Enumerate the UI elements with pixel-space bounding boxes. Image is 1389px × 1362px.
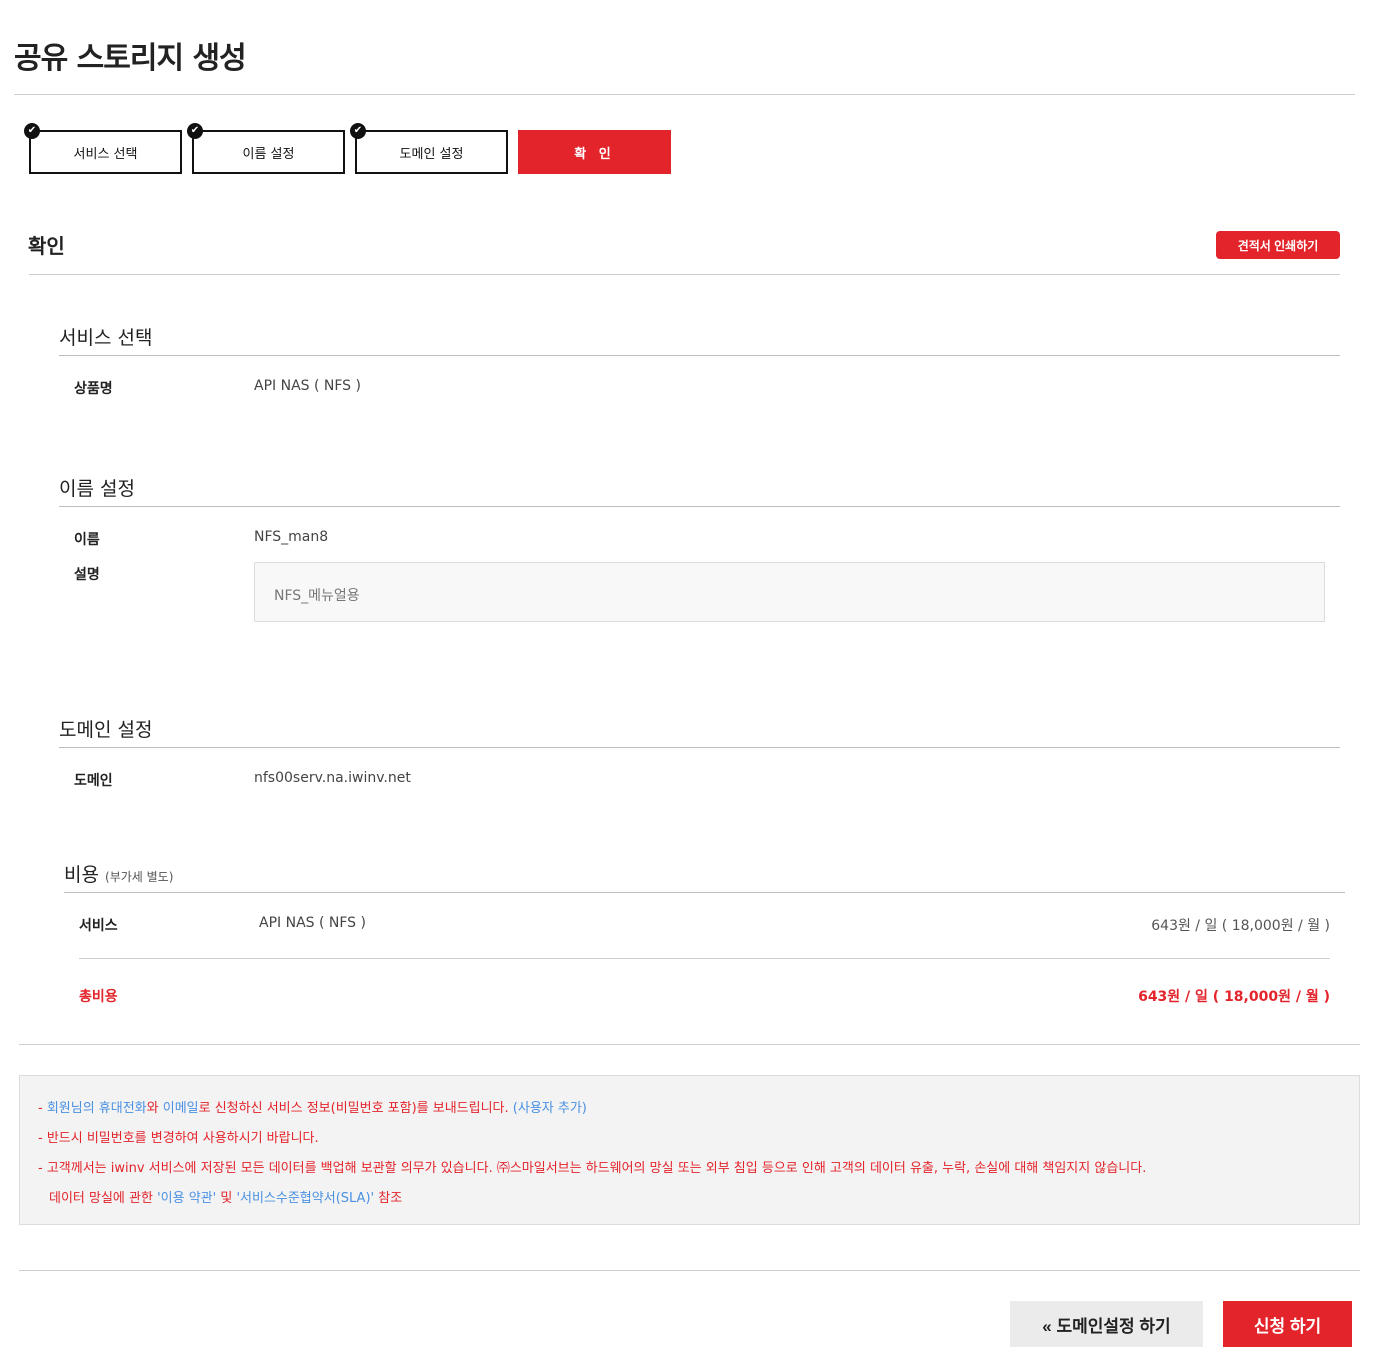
notice-line-3: - 고객께서는 iwinv 서비스에 저장된 모든 데이터를 백업해 보관할 의…	[38, 1161, 1147, 1176]
desc-label: 설명	[74, 567, 100, 583]
notice-text: 데이터 망실에 관한	[49, 1191, 158, 1206]
cost-divider	[64, 892, 1345, 893]
total-cost-price: 643원 / 일 ( 18,000원 / 월 )	[1138, 989, 1330, 1005]
notice-text: 참조	[374, 1191, 403, 1206]
service-section-title: 서비스 선택	[59, 327, 153, 349]
notice-text: 와	[146, 1101, 163, 1116]
notice-line-2: - 반드시 비밀번호를 변경하여 사용하시기 바랍니다.	[38, 1131, 319, 1146]
title-divider	[14, 94, 1355, 95]
name-divider	[59, 506, 1340, 507]
prev-domain-setting-button[interactable]: « 도메인설정 하기	[1010, 1301, 1203, 1347]
cost-service-price: 643원 / 일 ( 18,000원 / 월 )	[1151, 918, 1330, 934]
submit-button[interactable]: 신청 하기	[1223, 1301, 1352, 1347]
name-section-title: 이름 설정	[59, 478, 135, 500]
footer-divider	[19, 1270, 1360, 1271]
page-title: 공유 스토리지 생성	[14, 41, 247, 76]
step-label: 도메인 설정	[399, 146, 464, 162]
name-label: 이름	[74, 532, 100, 548]
cost-service-label: 서비스	[79, 918, 118, 934]
notice-text: 로 신청하신 서비스 정보(비밀번호 포함)를 보내드립니다.	[198, 1101, 513, 1116]
print-estimate-button[interactable]: 견적서 인쇄하기	[1216, 231, 1340, 259]
check-icon: ✔	[350, 123, 366, 139]
product-value: API NAS ( NFS )	[254, 378, 361, 394]
add-user-link[interactable]: (사용자 추가)	[513, 1101, 587, 1116]
notice-text: -	[38, 1101, 47, 1116]
desc-value: NFS_메뉴얼용	[254, 562, 1325, 622]
sla-link[interactable]: '서비스수준협약서(SLA)'	[236, 1191, 374, 1206]
name-value: NFS_man8	[254, 529, 329, 545]
terms-link[interactable]: '이용 약관'	[157, 1191, 216, 1206]
step-domain-setting[interactable]: ✔ 도메인 설정	[350, 123, 508, 174]
domain-section-title: 도메인 설정	[59, 719, 153, 741]
service-divider	[59, 355, 1340, 356]
step-label: 이름 설정	[242, 146, 295, 162]
step-name-setting[interactable]: ✔ 이름 설정	[187, 123, 345, 174]
notice-line-1: - 회원님의 휴대전화와 이메일로 신청하신 서비스 정보(비밀번호 포함)를 …	[38, 1097, 587, 1116]
step-service-select[interactable]: ✔ 서비스 선택	[24, 123, 182, 174]
confirm-divider	[29, 274, 1340, 275]
product-label: 상품명	[74, 381, 113, 397]
domain-divider	[59, 747, 1340, 748]
domain-value: nfs00serv.na.iwinv.net	[254, 770, 411, 786]
notice-top-divider	[19, 1044, 1360, 1045]
step-label: 서비스 선택	[73, 146, 138, 162]
step-label: 확 인	[574, 146, 615, 162]
domain-label: 도메인	[74, 773, 113, 789]
cost-vat-note: (부가세 별도)	[105, 870, 174, 884]
cost-service-value: API NAS ( NFS )	[259, 915, 366, 931]
check-icon: ✔	[187, 123, 203, 139]
notice-text: 및	[216, 1191, 237, 1206]
cost-section-title: 비용 (부가세 별도)	[64, 860, 173, 887]
step-confirm[interactable]: 확 인	[518, 130, 671, 174]
confirm-title: 확인	[28, 234, 65, 258]
total-cost-label: 총비용	[79, 989, 118, 1005]
notice-line-4: 데이터 망실에 관한 '이용 약관' 및 '서비스수준협약서(SLA)' 참조	[49, 1187, 402, 1206]
notice-box: - 회원님의 휴대전화와 이메일로 신청하신 서비스 정보(비밀번호 포함)를 …	[19, 1075, 1360, 1225]
check-icon: ✔	[24, 123, 40, 139]
email-link[interactable]: 이메일	[163, 1101, 199, 1116]
cost-title: 비용	[64, 864, 99, 886]
cost-row-divider	[79, 958, 1330, 959]
phone-link[interactable]: 회원님의 휴대전화	[47, 1101, 147, 1116]
